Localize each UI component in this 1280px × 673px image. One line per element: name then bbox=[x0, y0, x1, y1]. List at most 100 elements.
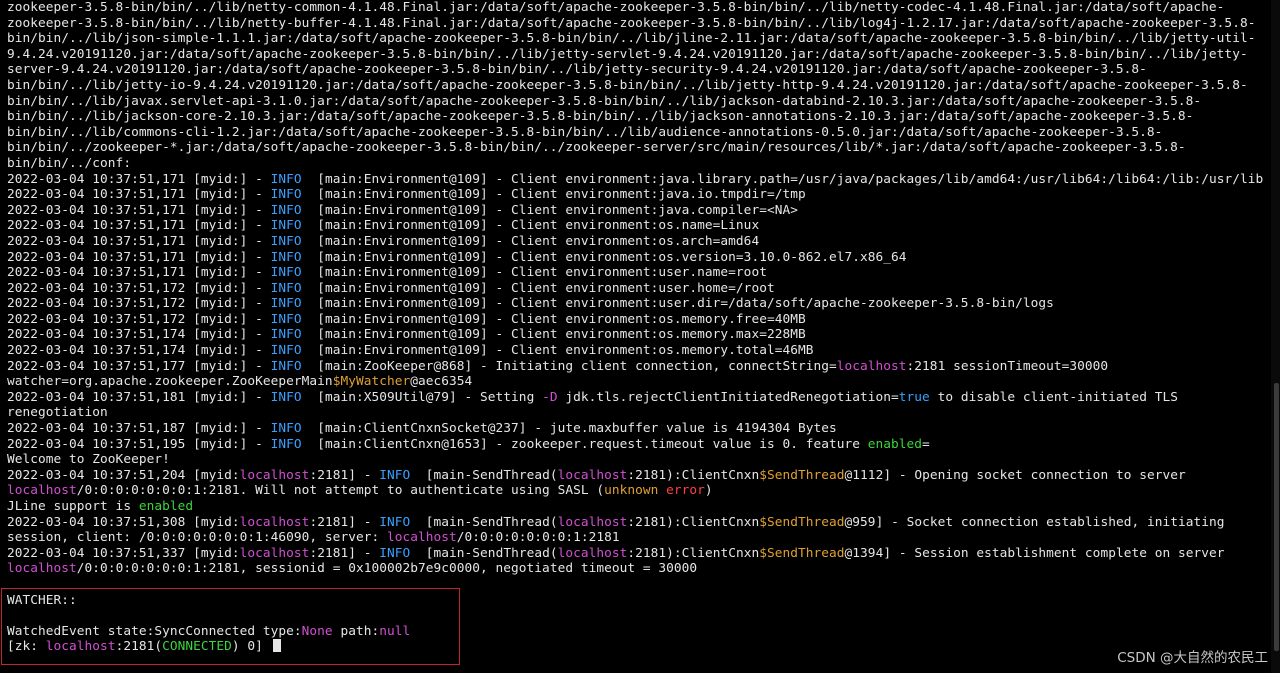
terminal-text-segment: INFO bbox=[379, 545, 411, 561]
terminal-text-segment: INFO bbox=[270, 218, 302, 234]
terminal-output[interactable]: zookeeper-3.5.8-bin/bin/../lib/netty-com… bbox=[0, 0, 1270, 673]
terminal-line: 2022-03-04 10:37:51,171 [myid:] - INFO [… bbox=[7, 203, 1270, 219]
terminal-line: 2022-03-04 10:37:51,171 [myid:] - INFO [… bbox=[7, 218, 1270, 234]
terminal-text-segment: INFO bbox=[379, 514, 411, 530]
terminal-text-segment: $SendThread bbox=[759, 467, 845, 483]
terminal-text-segment: localhost bbox=[557, 514, 628, 530]
terminal-text-segment: 2022-03-04 10:37:51,171 [myid:] - bbox=[7, 265, 271, 281]
terminal-line: 2022-03-04 10:37:51,181 [myid:] - INFO [… bbox=[7, 390, 1270, 421]
terminal-text-segment: [main:Environment@109] - Client environm… bbox=[301, 343, 814, 359]
terminal-text-segment: 2022-03-04 10:37:51,171 [myid:] - bbox=[7, 171, 271, 187]
terminal-text-segment: localhost bbox=[7, 483, 77, 499]
terminal-text-segment: [main:Environment@109] - Client environm… bbox=[301, 280, 775, 296]
terminal-line: zookeeper-3.5.8-bin/bin/../lib/netty-com… bbox=[7, 0, 1270, 172]
terminal-text-segment: INFO bbox=[270, 343, 302, 359]
terminal-text-segment: localhost bbox=[386, 530, 457, 546]
terminal-text-segment: 2022-03-04 10:37:51,337 [myid: bbox=[7, 545, 240, 561]
terminal-text-segment: ) bbox=[704, 483, 713, 499]
terminal-text-segment: @1394] - Session establishment complete … bbox=[844, 545, 1233, 561]
terminal-text-segment: INFO bbox=[270, 358, 302, 374]
terminal-line: 2022-03-04 10:37:51,171 [myid:] - INFO [… bbox=[7, 234, 1270, 250]
terminal-line: 2022-03-04 10:37:51,171 [myid:] - INFO [… bbox=[7, 187, 1270, 203]
terminal-text-segment: 2022-03-04 10:37:51,171 [myid:] - bbox=[7, 249, 271, 265]
terminal-text-segment: :2181):ClientCnxn bbox=[627, 467, 760, 483]
terminal-line: 2022-03-04 10:37:51,171 [myid:] - INFO [… bbox=[7, 250, 1270, 266]
terminal-text-segment: 2022-03-04 10:37:51,172 [myid:] - bbox=[7, 311, 271, 327]
terminal-text-segment: INFO bbox=[270, 296, 302, 312]
terminal-scrollbar[interactable] bbox=[1271, 0, 1280, 673]
terminal-text-segment: :2181] - bbox=[309, 514, 380, 530]
watcher-highlight-box bbox=[1, 588, 460, 665]
terminal-text-segment: enabled bbox=[867, 436, 923, 452]
terminal-text-segment: zookeeper-3.5.8-bin/bin/../lib/netty-com… bbox=[7, 0, 1256, 171]
terminal-text-segment: [main:Environment@109] - Client environm… bbox=[301, 327, 806, 343]
terminal-line: 2022-03-04 10:37:51,195 [myid:] - INFO [… bbox=[7, 437, 1270, 453]
terminal-text-segment: 2022-03-04 10:37:51,181 [myid:] - bbox=[7, 389, 271, 405]
terminal-text-segment: :2181] - bbox=[309, 545, 380, 561]
terminal-text-segment: localhost bbox=[239, 545, 310, 561]
terminal-text-segment: [main:ZooKeeper@868] - Initiating client… bbox=[301, 358, 837, 374]
terminal-text-segment: [main-SendThread( bbox=[410, 545, 558, 561]
terminal-text-segment: INFO bbox=[270, 421, 302, 437]
terminal-text-segment: [main:Environment@109] - Client environm… bbox=[301, 233, 760, 249]
terminal-text-segment: [main:Environment@109] - Client environm… bbox=[301, 311, 806, 327]
terminal-text-segment: :2181] - bbox=[309, 467, 380, 483]
terminal-text-segment: jdk.tls.rejectClientInitiatedRenegotiati… bbox=[557, 389, 899, 405]
terminal-text-segment: JLine support is bbox=[7, 499, 139, 514]
terminal-text-segment: :2181):ClientCnxn bbox=[627, 514, 760, 530]
terminal-text-segment: INFO bbox=[270, 265, 302, 281]
terminal-text-segment: INFO bbox=[379, 467, 411, 483]
terminal-line: 2022-03-04 10:37:51,187 [myid:] - INFO [… bbox=[7, 421, 1270, 437]
terminal-text-segment: 2022-03-04 10:37:51,171 [myid:] - bbox=[7, 187, 271, 203]
terminal-text-segment: $MyWatcher bbox=[332, 374, 411, 390]
terminal-text-segment: $SendThread bbox=[759, 514, 845, 530]
terminal-line: 2022-03-04 10:37:51,177 [myid:] - INFO [… bbox=[7, 359, 1270, 390]
terminal-text-segment: 2022-03-04 10:37:51,187 [myid:] - bbox=[7, 421, 271, 437]
terminal-text-segment: 2022-03-04 10:37:51,308 [myid: bbox=[7, 514, 240, 530]
terminal-text-segment: INFO bbox=[270, 233, 302, 249]
terminal-text-segment: [main:Environment@109] - Client environm… bbox=[301, 171, 1264, 187]
terminal-text-segment: 2022-03-04 10:37:51,204 [myid: bbox=[7, 467, 240, 483]
terminal-text-segment: INFO bbox=[270, 280, 302, 296]
terminal-text-segment: INFO bbox=[270, 249, 302, 265]
terminal-line: 2022-03-04 10:37:51,337 [myid:localhost:… bbox=[7, 546, 1270, 577]
terminal-text-segment: error bbox=[666, 483, 705, 499]
terminal-text-segment: = bbox=[922, 436, 930, 452]
terminal-line: 2022-03-04 10:37:51,204 [myid:localhost:… bbox=[7, 468, 1270, 499]
terminal-text-segment: enabled bbox=[138, 499, 194, 514]
terminal-line: 2022-03-04 10:37:51,172 [myid:] - INFO [… bbox=[7, 312, 1270, 328]
terminal-text-segment: [main:X509Util@79] - Setting bbox=[301, 389, 543, 405]
terminal-line: 2022-03-04 10:37:51,171 [myid:] - INFO [… bbox=[7, 172, 1270, 188]
terminal-text-segment: /0:0:0:0:0:0:0:1:2181, sessionid = 0x100… bbox=[76, 561, 698, 577]
terminal-text-segment: localhost bbox=[836, 358, 907, 374]
terminal-line: 2022-03-04 10:37:51,174 [myid:] - INFO [… bbox=[7, 327, 1270, 343]
terminal-text-segment: 2022-03-04 10:37:51,171 [myid:] - bbox=[7, 202, 271, 218]
terminal-text-segment: INFO bbox=[270, 311, 302, 327]
terminal-text-segment: Welcome to ZooKeeper! bbox=[7, 452, 170, 468]
terminal-text-segment: @1112] - Opening socket connection to se… bbox=[844, 467, 1194, 483]
terminal-text-segment: localhost bbox=[7, 561, 77, 577]
terminal-line: 2022-03-04 10:37:51,174 [myid:] - INFO [… bbox=[7, 343, 1270, 359]
scrollbar-thumb[interactable] bbox=[1274, 383, 1279, 651]
terminal-text-segment: @aec6354 bbox=[410, 374, 473, 390]
terminal-text-segment: unknown bbox=[604, 483, 659, 499]
terminal-text-segment: 2022-03-04 10:37:51,171 [myid:] - bbox=[7, 233, 271, 249]
terminal-text-segment: true bbox=[898, 389, 930, 405]
terminal-text-segment: 2022-03-04 10:37:51,172 [myid:] - bbox=[7, 296, 271, 312]
terminal-text-segment: localhost bbox=[557, 467, 628, 483]
terminal-text-segment: [main:Environment@109] - Client environm… bbox=[301, 202, 798, 218]
csdn-watermark: CSDN @大自然的农民工 bbox=[1117, 650, 1268, 666]
terminal-text-segment: INFO bbox=[270, 171, 302, 187]
terminal-text-segment: 2022-03-04 10:37:51,171 [myid:] - bbox=[7, 218, 271, 234]
terminal-text-segment: [main-SendThread( bbox=[410, 514, 558, 530]
terminal-text-segment: [main:ClientCnxn@1653] - zookeeper.reque… bbox=[301, 436, 868, 452]
terminal-text-segment: localhost bbox=[239, 467, 310, 483]
terminal-line: 2022-03-04 10:37:51,172 [myid:] - INFO [… bbox=[7, 296, 1270, 312]
terminal-text-segment: [main:Environment@109] - Client environm… bbox=[301, 265, 767, 281]
terminal-text-segment: INFO bbox=[270, 436, 302, 452]
terminal-text-segment: 2022-03-04 10:37:51,172 [myid:] - bbox=[7, 280, 271, 296]
terminal-text-segment: localhost bbox=[239, 514, 310, 530]
terminal-text-segment: /0:0:0:0:0:0:0:1:2181 bbox=[456, 530, 620, 546]
terminal-text-segment: INFO bbox=[270, 187, 302, 203]
